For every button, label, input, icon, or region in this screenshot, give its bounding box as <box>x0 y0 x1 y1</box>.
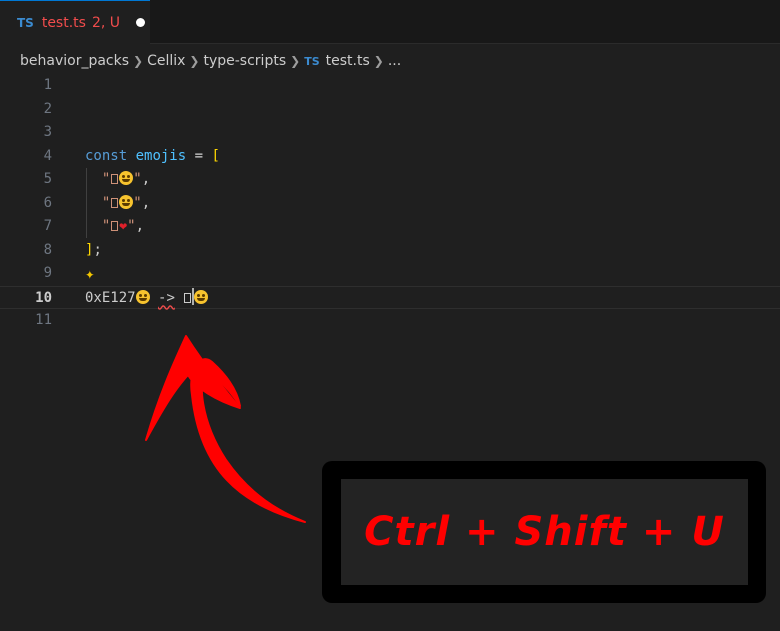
editor-window: TS test.ts 2, U behavior_packs ❯ Cellix … <box>0 0 780 631</box>
annotation-box: Ctrl + Shift + U <box>341 479 748 585</box>
annotation-shortcut-text: Ctrl + Shift + U <box>364 509 725 555</box>
